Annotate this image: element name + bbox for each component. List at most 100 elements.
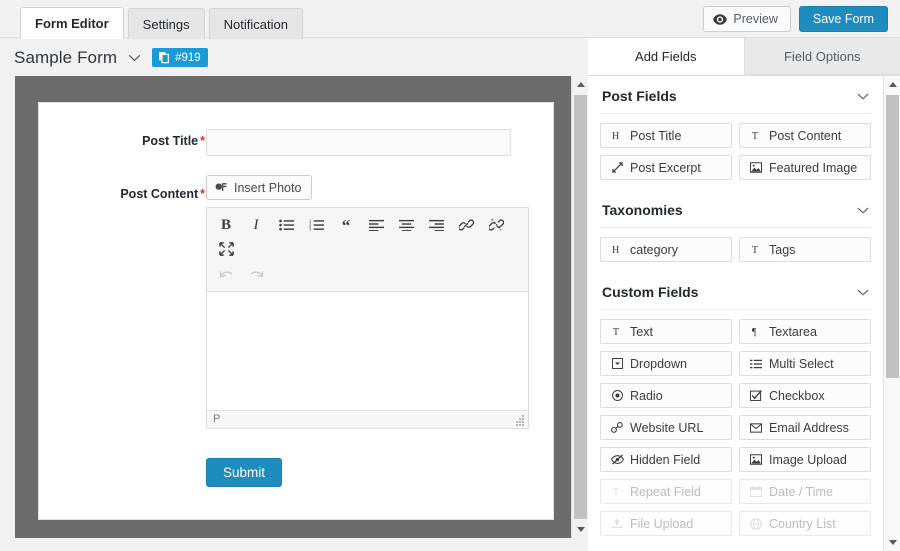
tab-notification-label: Notification [223, 16, 288, 32]
canvas-scroll-up-arrow[interactable] [572, 76, 588, 93]
submit-button[interactable]: Submit [206, 458, 283, 487]
field-button-dropdown[interactable]: Dropdown [600, 351, 732, 376]
fields-panel-scroll-up-arrow[interactable] [884, 76, 900, 93]
field-button-label: Repeat Field [630, 484, 701, 499]
form-canvas: Post Title * Post Content * Insert Photo… [15, 76, 588, 538]
undo-icon[interactable] [213, 263, 239, 287]
insert-photo-button[interactable]: Insert Photo [206, 175, 313, 200]
globe-icon [749, 517, 763, 530]
field-button-website-url[interactable]: Website URL [600, 415, 732, 440]
field-button-textarea[interactable]: ¶ Textarea [739, 319, 871, 344]
field-button-text[interactable]: T Text [600, 319, 732, 344]
form-builder-app: Form Editor Settings Notification Previe… [0, 0, 900, 551]
tab-field-options[interactable]: Field Options [743, 38, 900, 75]
tab-add-fields-label: Add Fields [635, 48, 697, 64]
form-id-badge[interactable]: #919 [152, 48, 208, 67]
ordered-list-icon[interactable]: 1 2 3 [303, 213, 329, 237]
canvas-scroll-down-arrow[interactable] [572, 521, 588, 538]
image-icon [749, 454, 763, 465]
field-button-post-title[interactable]: H Post Title [600, 123, 732, 148]
fields-panel-scrollbar[interactable] [883, 76, 900, 551]
field-button-label: Country List [769, 516, 836, 531]
field-button-tags[interactable]: T Tags [739, 237, 871, 262]
fields-panel-scroll-down-arrow[interactable] [884, 534, 900, 551]
field-button-label: Featured Image [769, 160, 858, 175]
field-group-custom-fields-header[interactable]: Custom Fields [600, 272, 871, 310]
tab-form-editor[interactable]: Form Editor [20, 7, 124, 39]
post-content-label: Post Content * [39, 187, 205, 201]
tab-settings-label: Settings [142, 16, 190, 32]
canvas-scrollbar[interactable] [571, 76, 588, 538]
field-group-custom-fields-title: Custom Fields [602, 284, 699, 300]
chevron-down-icon[interactable] [126, 52, 143, 64]
blockquote-icon[interactable]: “ [333, 213, 359, 237]
field-group-post-fields: Post Fields H Post Title T Post Content … [600, 76, 871, 180]
field-button-label: Hidden Field [630, 452, 701, 467]
rich-text-editor: B I 1 2 3 “ P [206, 207, 529, 429]
field-button-date-time: Date / Time [739, 479, 871, 504]
post-title-input[interactable] [206, 129, 511, 156]
field-group-taxonomies-grid: H category T Tags [600, 228, 871, 262]
paragraph-icon: ¶ [749, 326, 763, 337]
bold-icon[interactable]: B [213, 213, 239, 237]
field-group-post-fields-header[interactable]: Post Fields [600, 76, 871, 114]
tab-settings[interactable]: Settings [127, 8, 205, 39]
align-left-icon[interactable] [363, 213, 389, 237]
field-button-post-excerpt[interactable]: Post Excerpt [600, 155, 732, 180]
text-cursor-icon: T [610, 326, 624, 337]
field-button-radio[interactable]: Radio [600, 383, 732, 408]
save-form-button[interactable]: Save Form [798, 6, 888, 32]
fields-panel: Add Fields Field Options Post Fields H P… [588, 38, 900, 551]
editor-status-bar: P [207, 410, 528, 428]
field-button-featured-image[interactable]: Featured Image [739, 155, 871, 180]
svg-text:T: T [751, 131, 757, 141]
text-cursor-icon: T [749, 130, 763, 141]
field-button-category[interactable]: H category [600, 237, 732, 262]
field-button-post-content[interactable]: T Post Content [739, 123, 871, 148]
list-icon [749, 359, 763, 369]
text-cursor-icon: T [749, 244, 763, 255]
editor-toolbar-row-1b [213, 237, 522, 261]
field-button-image-upload[interactable]: Image Upload [739, 447, 871, 472]
align-center-icon[interactable] [393, 213, 419, 237]
svg-text:H: H [612, 131, 619, 141]
unlink-icon[interactable] [483, 213, 509, 237]
submit-button-label: Submit [223, 465, 266, 480]
link-icon[interactable] [453, 213, 479, 237]
top-bar: Form Editor Settings Notification Previe… [0, 0, 900, 39]
field-button-repeat-field: T Repeat Field [600, 479, 732, 504]
unordered-list-icon[interactable] [273, 213, 299, 237]
field-button-multi-select[interactable]: Multi Select [739, 351, 871, 376]
image-icon [749, 162, 763, 173]
svg-text:H: H [612, 245, 619, 255]
form-preview-paper: Post Title * Post Content * Insert Photo… [38, 102, 554, 520]
eye-slash-icon [610, 454, 624, 465]
redo-icon[interactable] [243, 263, 269, 287]
editor-content-area[interactable] [207, 292, 528, 410]
field-button-email-address[interactable]: Email Address [739, 415, 871, 440]
resize-handle-icon[interactable] [514, 415, 525, 426]
chevron-down-icon[interactable] [857, 289, 869, 296]
top-bar-actions: Preview Save Form [703, 6, 888, 32]
fullscreen-icon[interactable] [213, 237, 239, 261]
svg-text:3: 3 [309, 227, 312, 231]
italic-icon[interactable]: I [243, 213, 269, 237]
field-button-label: Post Excerpt [630, 160, 701, 175]
field-button-checkbox[interactable]: Checkbox [739, 383, 871, 408]
field-button-country-list: Country List [739, 511, 871, 536]
tab-form-editor-label: Form Editor [35, 16, 109, 31]
field-button-label: Post Title [630, 128, 682, 143]
tab-notification[interactable]: Notification [208, 8, 303, 39]
upload-icon [610, 518, 624, 529]
chevron-down-icon[interactable] [857, 207, 869, 214]
fields-panel-scroll-thumb[interactable] [886, 95, 899, 378]
tab-add-fields[interactable]: Add Fields [588, 38, 744, 75]
chevron-down-icon[interactable] [857, 93, 869, 100]
field-group-taxonomies-header[interactable]: Taxonomies [600, 190, 871, 228]
align-right-icon[interactable] [423, 213, 449, 237]
preview-button[interactable]: Preview [703, 6, 791, 32]
field-button-label: Email Address [769, 420, 849, 435]
field-button-label: Tags [769, 242, 796, 257]
field-button-hidden-field[interactable]: Hidden Field [600, 447, 732, 472]
canvas-scroll-thumb[interactable] [574, 95, 587, 519]
